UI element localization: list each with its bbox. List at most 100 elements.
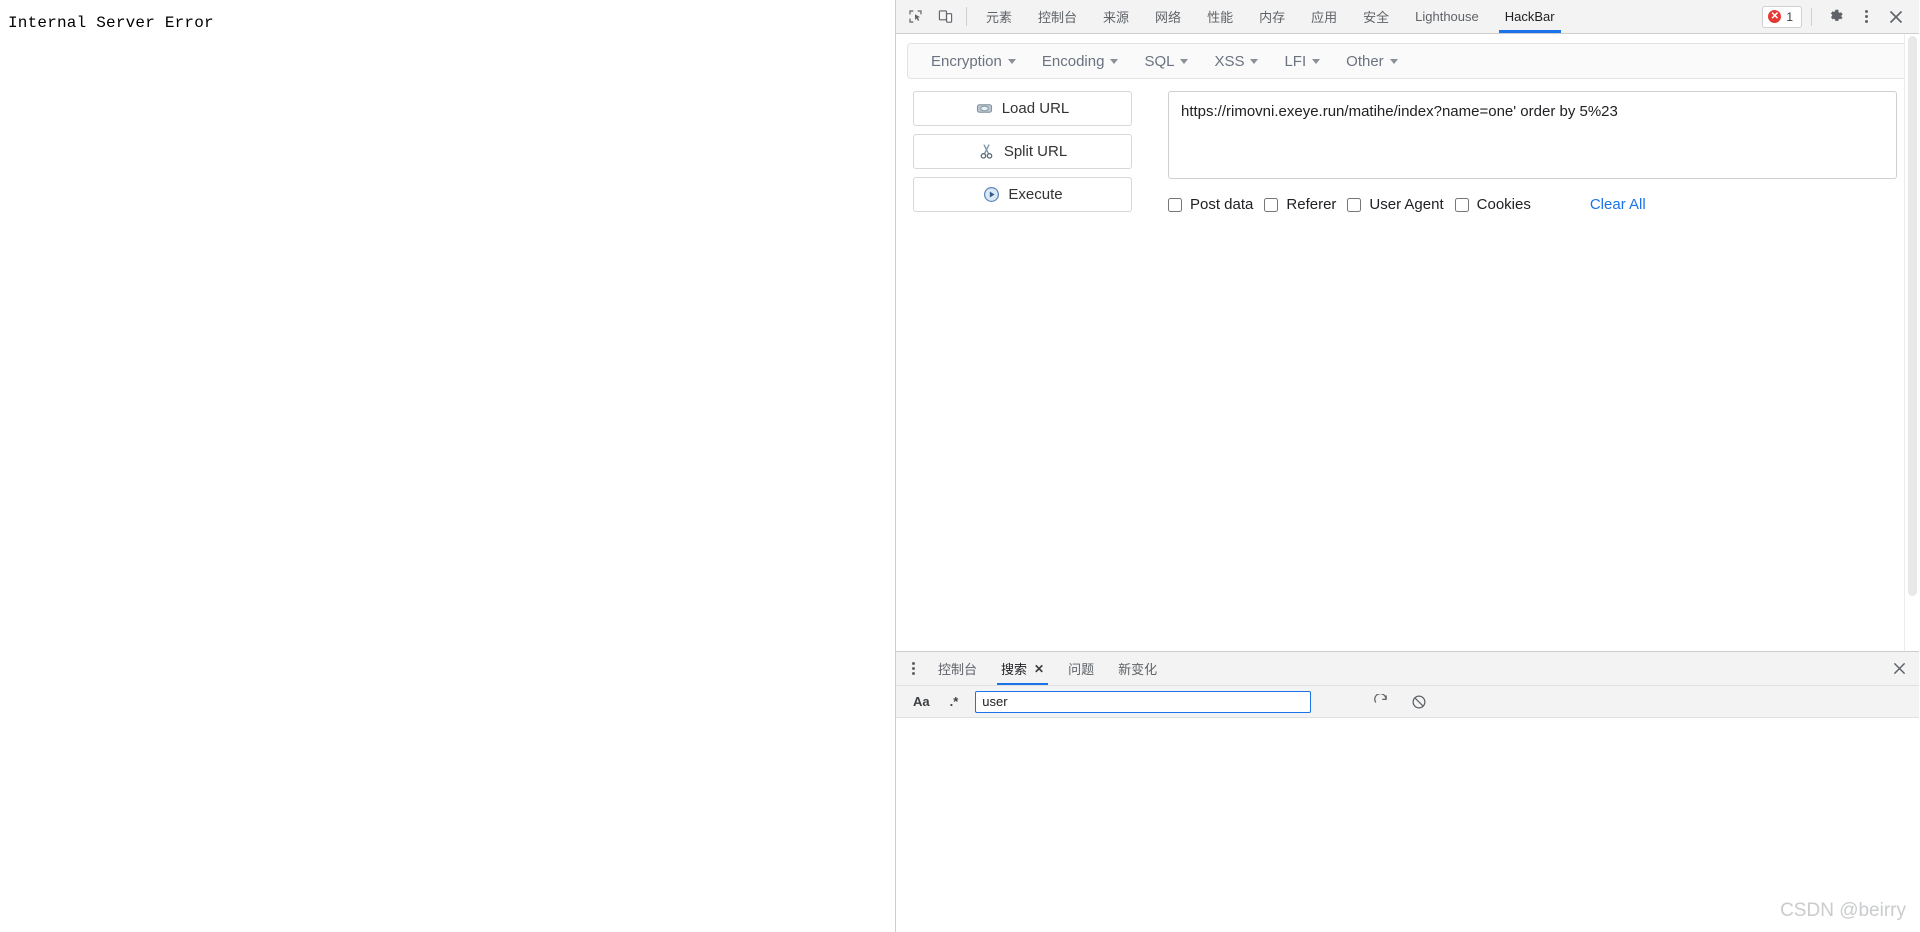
- drawer-tab-label: 问题: [1068, 662, 1095, 677]
- hackbar-url-section: Post data Referer User Agent Cookies Clear …: [1168, 91, 1897, 213]
- hackbar-button-label: Split URL: [1003, 143, 1068, 160]
- devtools-drawer: 控制台 搜索 ✕ 问题 新变化 Aa .*: [896, 651, 1919, 932]
- hackbar-button-label: Execute: [1008, 186, 1063, 203]
- checkbox-label: User Agent: [1369, 196, 1444, 213]
- chevron-down-icon: [1180, 58, 1189, 64]
- toolbar-divider: [966, 7, 967, 26]
- devtools-tab[interactable]: Lighthouse: [1402, 0, 1492, 33]
- hackbar-menubar: Encryption Encoding SQL XSS LFI Other: [907, 43, 1908, 79]
- devtools-tab[interactable]: 网络: [1142, 0, 1194, 33]
- chevron-down-icon: [1312, 58, 1321, 64]
- search-input[interactable]: [975, 690, 1312, 713]
- more-dots: [911, 662, 915, 675]
- drawer-tab-close-icon[interactable]: ✕: [1034, 662, 1044, 676]
- app-root: Internal Server Error 元素 控制台 来源 网络 性能 内存 应用 安全 L…: [0, 0, 1920, 932]
- devtools-tabbar-actions: ✕ 1: [1762, 0, 1919, 33]
- hackbar-menu[interactable]: Encoding: [1029, 44, 1132, 78]
- chevron-down-icon: [1110, 58, 1119, 64]
- hackbar-panel: Encryption Encoding SQL XSS LFI Other Load UR…: [896, 34, 1919, 651]
- hackbar-menu[interactable]: Encryption: [918, 44, 1029, 78]
- hackbar-scrollbar-thumb[interactable]: [1908, 36, 1917, 596]
- hackbar-load-url-button[interactable]: Load URL: [913, 91, 1132, 126]
- drawer-tabbar: 控制台 搜索 ✕ 问题 新变化: [896, 652, 1919, 686]
- checkbox-label: Post data: [1190, 196, 1254, 213]
- regex-toggle[interactable]: .*: [947, 693, 962, 710]
- hackbar-action-buttons: Load URL Split URL Execute: [913, 91, 1132, 213]
- device-toolbar-icon[interactable]: [930, 0, 960, 33]
- hackbar-menu[interactable]: SQL: [1131, 44, 1201, 78]
- drawer-tab[interactable]: 问题: [1056, 652, 1106, 685]
- drawer-tab[interactable]: 新变化: [1106, 652, 1169, 685]
- error-circle-icon: ✕: [1768, 10, 1782, 23]
- hackbar-options-row: Post data Referer User Agent Cookies Clear …: [1168, 196, 1897, 213]
- hackbar-checkbox-group: Post data Referer User Agent Cookies: [1168, 196, 1542, 213]
- hackbar-execute-button[interactable]: Execute: [913, 177, 1132, 212]
- search-toolbar: Aa .*: [896, 686, 1919, 718]
- checkbox-label: Cookies: [1476, 196, 1531, 213]
- chevron-down-icon: [1389, 58, 1398, 64]
- hackbar-split-url-button[interactable]: Split URL: [913, 134, 1132, 169]
- hackbar-menu-label: Encryption: [931, 52, 1002, 70]
- hackbar-menu[interactable]: LFI: [1271, 44, 1333, 78]
- load-url-icon: [976, 100, 994, 118]
- page-viewport: Internal Server Error: [0, 0, 896, 932]
- devtools-tab[interactable]: 来源: [1090, 0, 1142, 33]
- toolbar-divider-2: [1811, 7, 1812, 26]
- error-count-badge[interactable]: ✕ 1: [1762, 5, 1802, 28]
- hackbar-body: Load URL Split URL Execute Post data Refere…: [896, 79, 1919, 213]
- hackbar-menu-label: LFI: [1284, 52, 1307, 70]
- devtools-tab[interactable]: 性能: [1194, 0, 1246, 33]
- execute-play-icon: [982, 186, 1000, 204]
- checkbox-cookies[interactable]: Cookies: [1454, 196, 1531, 213]
- drawer-tab[interactable]: 搜索 ✕: [989, 652, 1056, 685]
- more-vertical-icon[interactable]: [1851, 10, 1881, 23]
- hackbar-menu-label: XSS: [1214, 52, 1245, 70]
- clear-all-link[interactable]: Clear All: [1590, 196, 1646, 213]
- devtools-tab-list: 元素 控制台 来源 网络 性能 内存 应用 安全 Lighthouse HackBar: [973, 0, 1568, 33]
- split-url-scissors-icon: [978, 143, 996, 161]
- search-results-area: [896, 718, 1919, 932]
- hackbar-menu-label: Encoding: [1041, 52, 1105, 70]
- drawer-more-icon[interactable]: [900, 652, 926, 685]
- devtools-tab[interactable]: HackBar: [1492, 0, 1568, 33]
- checkbox-post-data[interactable]: Post data: [1168, 196, 1253, 213]
- page-error-message: Internal Server Error: [8, 14, 214, 32]
- checkbox-user-agent[interactable]: User Agent: [1347, 196, 1444, 213]
- chevron-down-icon: [1007, 58, 1016, 64]
- checkbox-referer[interactable]: Referer: [1264, 196, 1336, 213]
- checkbox-input[interactable]: [1347, 197, 1362, 212]
- hackbar-button-label: Load URL: [1001, 100, 1070, 117]
- drawer-tab-label: 控制台: [938, 662, 978, 677]
- hackbar-scrollbar[interactable]: [1904, 34, 1919, 651]
- clear-no-entry-icon[interactable]: [1407, 690, 1431, 714]
- devtools-tab[interactable]: 安全: [1350, 0, 1402, 33]
- drawer-tab-list: 控制台 搜索 ✕ 问题 新变化: [926, 652, 1169, 685]
- hackbar-menu-label: Other: [1346, 52, 1384, 70]
- drawer-tab-label: 新变化: [1118, 662, 1158, 677]
- checkbox-input[interactable]: [1168, 197, 1182, 212]
- checkbox-input[interactable]: [1454, 197, 1469, 212]
- devtools-panel: 元素 控制台 来源 网络 性能 内存 应用 安全 Lighthouse HackBar ✕ 1: [896, 0, 1919, 932]
- drawer-tab[interactable]: 控制台: [926, 652, 989, 685]
- devtools-tab[interactable]: 内存: [1246, 0, 1298, 33]
- devtools-tabbar: 元素 控制台 来源 网络 性能 内存 应用 安全 Lighthouse HackBar ✕ 1: [896, 0, 1919, 34]
- hackbar-menu[interactable]: Other: [1333, 44, 1411, 78]
- checkbox-label: Referer: [1286, 196, 1337, 213]
- url-textarea[interactable]: [1168, 91, 1897, 179]
- drawer-tab-label: 搜索: [1001, 662, 1028, 677]
- chevron-down-icon: [1250, 58, 1259, 64]
- close-devtools-icon[interactable]: [1881, 10, 1911, 24]
- inspect-element-icon[interactable]: [900, 0, 930, 33]
- drawer-close-icon[interactable]: [1879, 652, 1919, 685]
- match-case-toggle[interactable]: Aa: [910, 693, 933, 710]
- hackbar-menu-label: SQL: [1144, 52, 1175, 70]
- devtools-tab[interactable]: 控制台: [1025, 0, 1090, 33]
- error-count-label: 1: [1786, 9, 1793, 24]
- hackbar-menu[interactable]: XSS: [1201, 44, 1271, 78]
- devtools-tab[interactable]: 应用: [1298, 0, 1350, 33]
- devtools-tab[interactable]: 元素: [973, 0, 1025, 33]
- gear-icon[interactable]: [1821, 8, 1851, 25]
- refresh-icon[interactable]: [1369, 690, 1393, 714]
- more-dots: [1864, 10, 1868, 23]
- checkbox-input[interactable]: [1264, 197, 1279, 212]
